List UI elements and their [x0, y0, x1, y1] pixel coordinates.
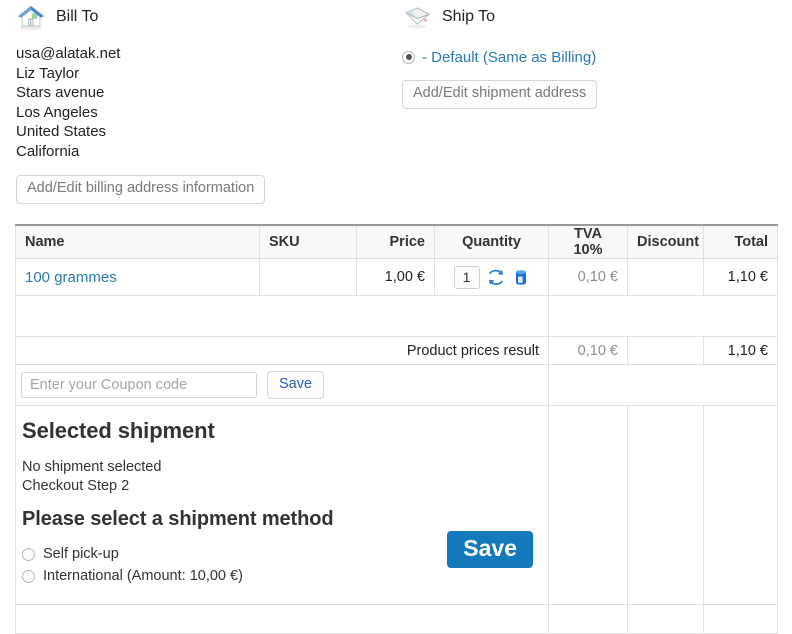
column-header-tva: TVA 10%: [548, 224, 628, 259]
coupon-input[interactable]: [21, 372, 257, 398]
edit-billing-address-button[interactable]: Add/Edit billing address information: [16, 175, 266, 204]
spacer-row: [15, 295, 778, 337]
column-header-quantity: Quantity: [434, 224, 549, 259]
product-total-cell: 1,10 €: [703, 258, 778, 296]
shipment-method-radio[interactable]: [22, 547, 35, 561]
column-header-discount: Discount: [627, 224, 704, 259]
billing-address-line: Liz Taylor: [16, 64, 80, 82]
trailing-cell-discount: [627, 604, 704, 634]
shipment-method-list: Self pick-up International (Amount: 10,0…: [22, 531, 542, 587]
shipment-cell: Selected shipment No shipment selected C…: [15, 405, 549, 605]
quantity-controls: [444, 265, 539, 289]
shipment-method-radio[interactable]: [22, 569, 35, 583]
column-header-total: Total: [703, 224, 778, 259]
product-name-link[interactable]: 100 grammes: [25, 269, 117, 286]
default-address-radio[interactable]: [402, 50, 415, 64]
billing-address-line: usa@alatak.net: [16, 45, 121, 62]
coupon-cell: Save: [15, 364, 549, 406]
column-header-price: Price: [356, 224, 435, 259]
column-header-sku: SKU: [259, 224, 357, 259]
refresh-icon[interactable]: [487, 268, 505, 287]
billing-address-line: California: [16, 142, 80, 160]
envelope-icon: [402, 3, 432, 31]
shipment-empty-discount-cell: [627, 405, 704, 605]
billing-panel: Bill To usa@alatak.net Liz Taylor Stars …: [16, 0, 396, 204]
checkout-page: Bill To usa@alatak.net Liz Taylor Stars …: [0, 0, 792, 634]
billing-header: Bill To: [16, 0, 396, 34]
product-price-cell: 1,00 €: [356, 258, 435, 296]
product-quantity-cell: [434, 258, 549, 296]
billing-address: usa@alatak.net Liz Taylor Stars avenue L…: [16, 44, 396, 161]
result-label: Product prices result: [15, 336, 549, 365]
product-tva-cell: 0,10 €: [548, 258, 628, 296]
table-row: 100 grammes 1,00 € 1 0,10 € 1,10 €: [15, 258, 778, 296]
shipment-status: No shipment selected Checkout Step 2: [22, 458, 542, 496]
result-total: 1,10 €: [703, 336, 778, 365]
shipment-method-label: International (Amount: 10,00 €): [43, 568, 243, 584]
billing-title: Bill To: [56, 8, 99, 25]
shipment-method-heading: Please select a shipment method: [22, 508, 334, 530]
shipment-method-international[interactable]: International (Amount: 10,00 €): [22, 565, 542, 587]
shipping-header: Ship To: [402, 0, 782, 34]
billing-address-line: United States: [16, 123, 107, 140]
shipment-row: Selected shipment No shipment selected C…: [15, 405, 778, 605]
coupon-save-button[interactable]: Save: [267, 370, 325, 400]
shipment-method-label: Self pick-up: [43, 546, 119, 562]
billing-address-line: Los Angeles: [16, 103, 98, 121]
spacer-cell-left: [15, 295, 549, 337]
shipment-status-line: Checkout Step 2: [22, 478, 130, 494]
shipping-title: Ship To: [442, 8, 496, 25]
product-sku-cell: [259, 258, 357, 296]
default-address-link[interactable]: - Default (Same as Billing): [422, 49, 596, 66]
trailing-cell-total: [703, 604, 778, 634]
edit-shipment-address-button[interactable]: Add/Edit shipment address: [402, 80, 598, 109]
save-button[interactable]: Save: [447, 531, 533, 568]
order-table: Name SKU Price Quantity TVA 10% Discount…: [15, 224, 778, 634]
shipping-panel: Ship To - Default (Same as Billing) Add/…: [402, 0, 782, 109]
column-header-name: Name: [15, 224, 260, 259]
billing-address-line: Stars avenue: [16, 84, 105, 101]
result-tva: 0,10 €: [548, 336, 628, 365]
default-address-option[interactable]: - Default (Same as Billing): [402, 48, 782, 66]
trailing-cell-left: [15, 604, 549, 634]
shipment-status-line: No shipment selected: [22, 459, 162, 475]
product-name-cell: 100 grammes: [15, 258, 260, 296]
coupon-controls: Save: [16, 370, 548, 400]
result-row: Product prices result 0,10 € 1,10 €: [15, 336, 778, 365]
table-header-row: Name SKU Price Quantity TVA 10% Discount…: [15, 224, 778, 259]
trailing-cell-tva: [548, 604, 628, 634]
shipment-empty-total-cell: [703, 405, 778, 605]
coupon-empty-cell: [548, 364, 778, 406]
shipment-empty-tva-cell: [548, 405, 628, 605]
product-discount-cell: [627, 258, 704, 296]
house-icon: [16, 3, 46, 31]
quantity-input[interactable]: [453, 265, 480, 289]
delete-icon[interactable]: [512, 268, 530, 287]
selected-shipment-heading: Selected shipment: [22, 418, 215, 443]
coupon-row: Save: [15, 364, 778, 406]
spacer-cell-right: [548, 295, 778, 337]
table-trailing-row: [15, 604, 778, 634]
result-discount: [627, 336, 704, 365]
